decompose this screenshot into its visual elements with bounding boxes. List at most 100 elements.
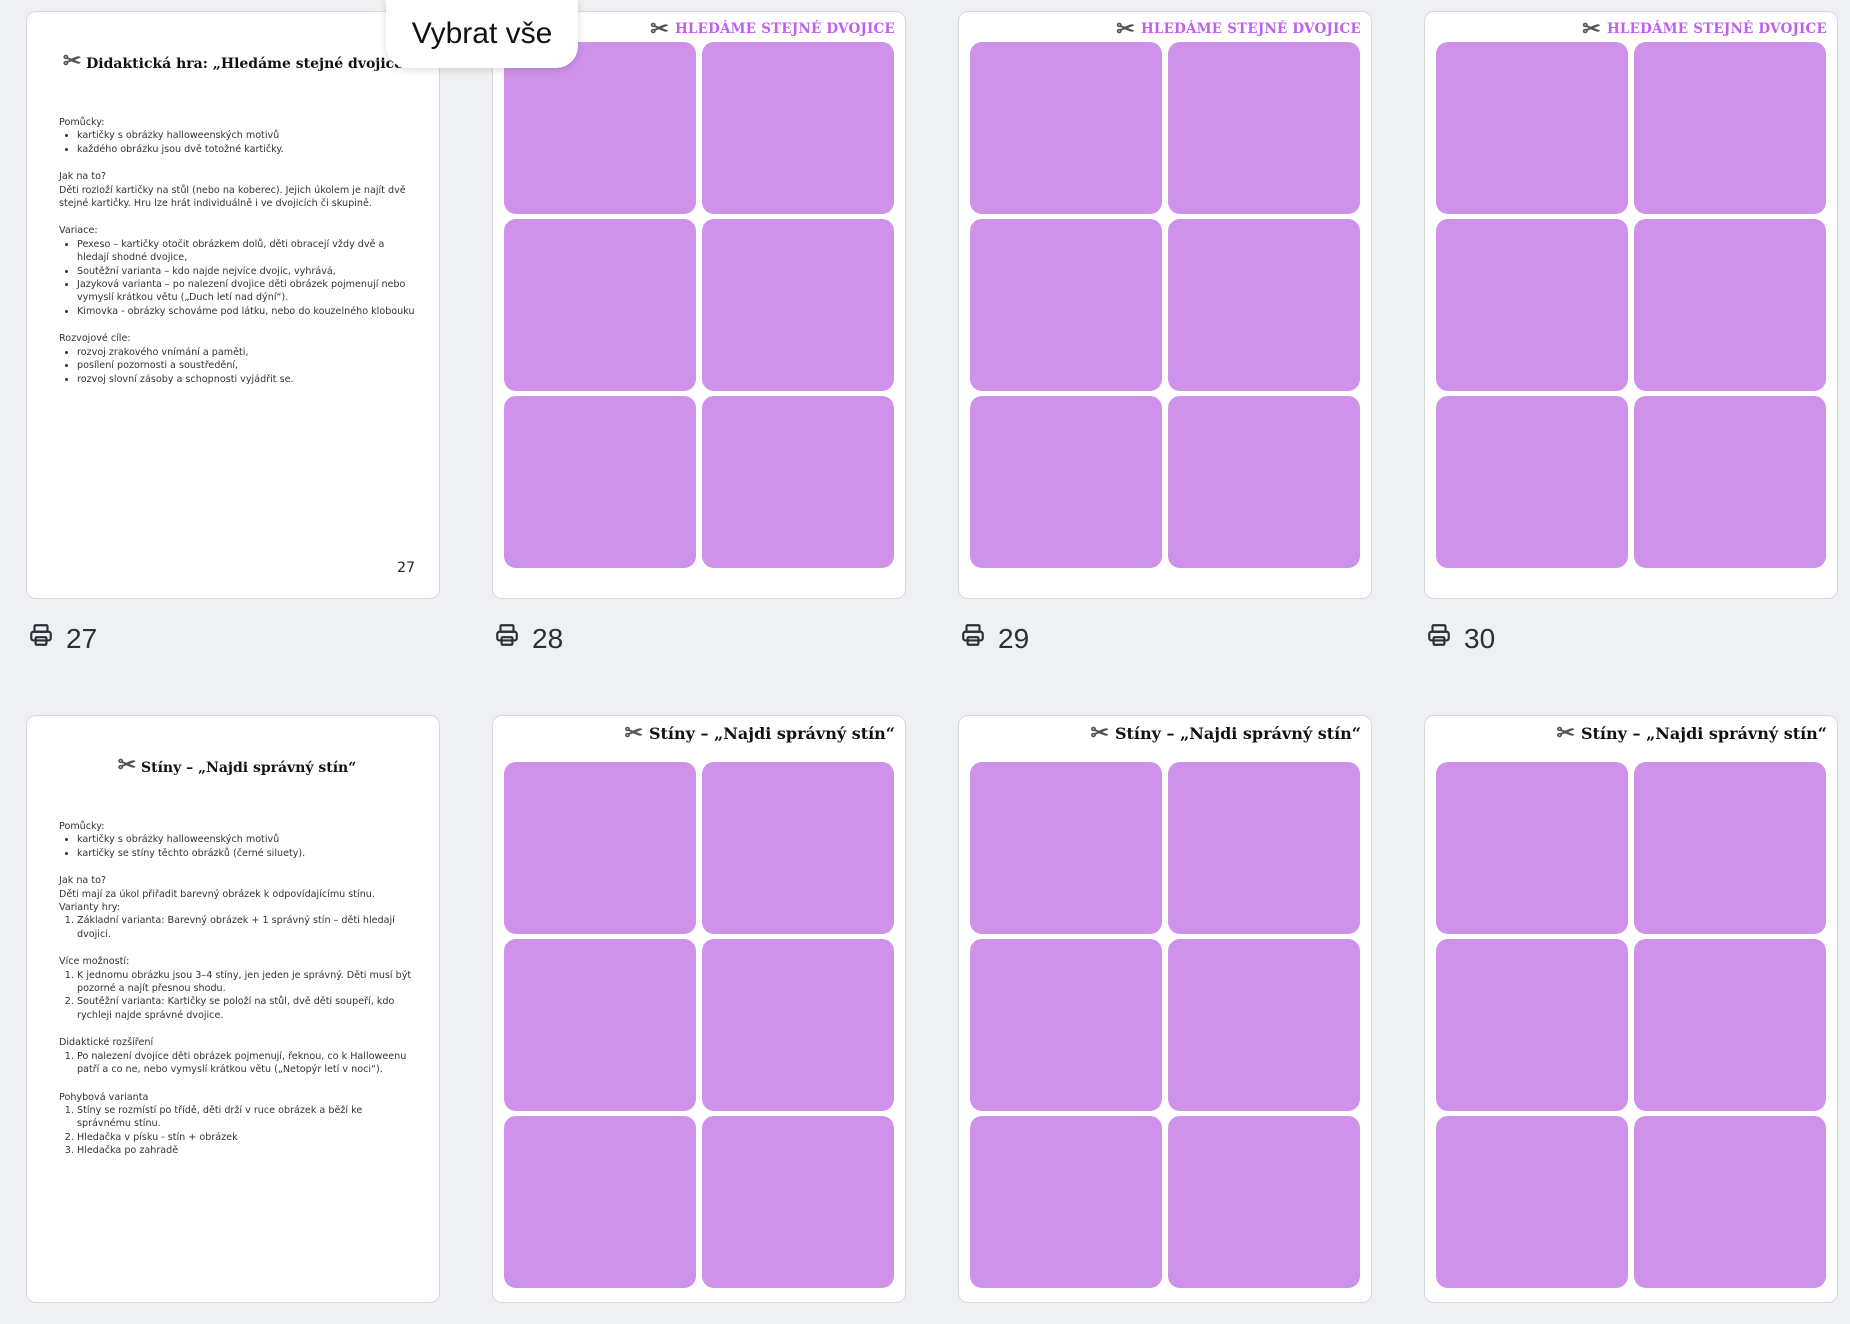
page-header-text: Stíny – „Najdi správný stín“ [648,723,895,743]
pumpkin-icon [1184,225,1344,385]
potion-bottle-icon [520,225,680,385]
spider-icon [1452,945,1612,1105]
card-grid [504,42,894,568]
card [702,219,894,391]
card [702,1116,894,1288]
card [970,762,1162,934]
ghost-happy-icon [1650,402,1810,562]
card [970,219,1162,391]
printer-icon[interactable] [960,622,986,655]
card [1168,396,1360,568]
page-thumbnail[interactable]: ✂ Stíny – „Najdi správný stín“ [1424,715,1838,1303]
scissors-icon: ✂ [624,720,643,746]
card-grid [1436,762,1826,1288]
card [1436,939,1628,1111]
spiderweb-black-icon [718,945,878,1105]
list-item: rozvoj zrakového vnímání a paměti, [77,346,415,359]
page-number: 29 [998,622,1030,654]
section-text: Děti mají za úkol přiřadit barevný obráz… [59,888,375,900]
pumpkin-icon [986,225,1146,385]
ghost-wand-icon [986,768,1146,928]
page-header-text: HLEDÁME STEJNÉ DVOJICE [674,21,895,37]
page-thumbnail[interactable]: ✂ HLEDÁME STEJNÉ DVOJICE [492,11,906,599]
pumpkins-shadow-icon [718,768,878,928]
page-thumbnail[interactable]: ✂ Didaktická hra: „Hledáme stejné dvojic… [26,11,440,599]
page-thumbnail[interactable]: ✂ HLEDÁME STEJNÉ DVOJICE [958,11,1372,599]
ghost-bats-icon [986,1122,1146,1282]
printer-icon[interactable] [28,622,54,655]
section-list: Pexeso – kartičky otočit obrázkem dolů, … [59,238,415,318]
ghost-pumpkin-icon [986,945,1146,1105]
list-item: Po nalezení dvojice děti obrázek pojmenu… [77,1050,415,1077]
section-subheading: Varianty hry: [59,902,120,914]
ghost-lavender-icon [718,48,878,208]
section-heading: Pomůcky: [59,821,105,832]
page-header-text: HLEDÁME STEJNÉ DVOJICE [1606,21,1827,37]
doc-title: ✂ Stíny – „Najdi správný stín“ [59,754,415,776]
card [1634,396,1826,568]
page-header: ✂ Stíny – „Najdi správný stín“ [1091,722,1361,744]
section-list: Stíny se rozmístí po třídě, děti drží v … [59,1104,415,1158]
page-thumbnail[interactable]: ✂ Stíny – „Najdi správný stín“ [958,715,1372,1303]
page-number: 30 [1464,622,1496,654]
card [1436,42,1628,214]
potion-bottle-icon [718,225,878,385]
page-header: ✂ HLEDÁME STEJNÉ DVOJICE [1116,18,1361,40]
page-thumbnail[interactable]: ✂ Stíny – „Najdi správný stín“ Pomůcky:ka… [26,715,440,1303]
ghost-happy-shadow-icon [1650,1122,1810,1282]
card [1168,1116,1360,1288]
card [1634,219,1826,391]
ghost-lavender-icon [520,48,680,208]
ghost-round-icon [718,402,878,562]
ghost-sheet-icon [1184,48,1344,208]
section-list: Po nalezení dvojice děti obrázek pojmenu… [59,1050,415,1077]
scissors-icon: ✂ [650,16,669,42]
page-number-label[interactable]: 30 [1426,622,1495,655]
page-number-label[interactable]: 27 [28,622,97,655]
list-item: Základní varianta: Barevný obrázek + 1 s… [77,914,415,941]
card [1634,42,1826,214]
section-heading: Didaktické rozšíření [59,1037,154,1049]
section-heading: Jak na to? [59,875,107,887]
card [1168,762,1360,934]
page-number-label[interactable]: 29 [960,622,1029,655]
list-item: Stíny se rozmístí po třídě, děti drží v … [77,1104,415,1131]
page-number-label[interactable]: 28 [494,622,563,655]
page-thumbnail[interactable]: ✂ Stíny – „Najdi správný stín“ [492,715,906,1303]
card [504,396,696,568]
page-number: 28 [532,622,564,654]
card [1168,42,1360,214]
doc-title-text: Stíny – „Najdi správný stín“ [141,760,357,776]
doc-title: ✂ Didaktická hra: „Hledáme stejné dvojic… [59,50,415,72]
printer-icon[interactable] [494,622,520,655]
list-item: Soutěžní varianta – kdo najde nejvíce dv… [77,265,415,278]
ghost-blush-icon [986,402,1146,562]
card [1634,939,1826,1111]
card-grid [970,762,1360,1288]
scissors-icon: ✂ [1116,16,1135,42]
page-header: ✂ HLEDÁME STEJNÉ DVOJICE [650,18,895,40]
card [1436,219,1628,391]
printer-icon[interactable] [1426,622,1452,655]
page-thumbnail[interactable]: ✂ HLEDÁME STEJNÉ DVOJICE [1424,11,1838,599]
ghost-shy-icon [1452,768,1612,928]
ghost-blush-icon [1184,402,1344,562]
doc-section: Pomůcky:kartičky s obrázky halloweenskýc… [59,820,415,860]
section-list: kartičky s obrázky halloweenských motivů… [59,129,415,156]
doc-section: Jak na to? Děti mají za úkol přiřadit bar… [59,874,415,941]
scissors-icon: ✂ [1582,16,1601,42]
list-item: kartičky s obrázky halloweenských motivů [77,833,415,846]
card-grid [1436,42,1826,568]
scissors-icon: ✂ [1556,720,1575,746]
card [504,219,696,391]
list-item: Hledačka po zahradě [77,1144,415,1157]
card [1436,1116,1628,1288]
section-heading: Jak na to? [59,171,107,183]
card [1634,762,1826,934]
section-list: Základní varianta: Barevný obrázek + 1 s… [59,914,415,941]
select-all-button[interactable]: Vybrat vše [386,0,578,68]
card [504,1116,696,1288]
section-heading: Variace: [59,225,98,237]
list-item: Hledačka v písku - stín + obrázek [77,1131,415,1144]
ghost-wand-shadow-icon [1184,768,1344,928]
